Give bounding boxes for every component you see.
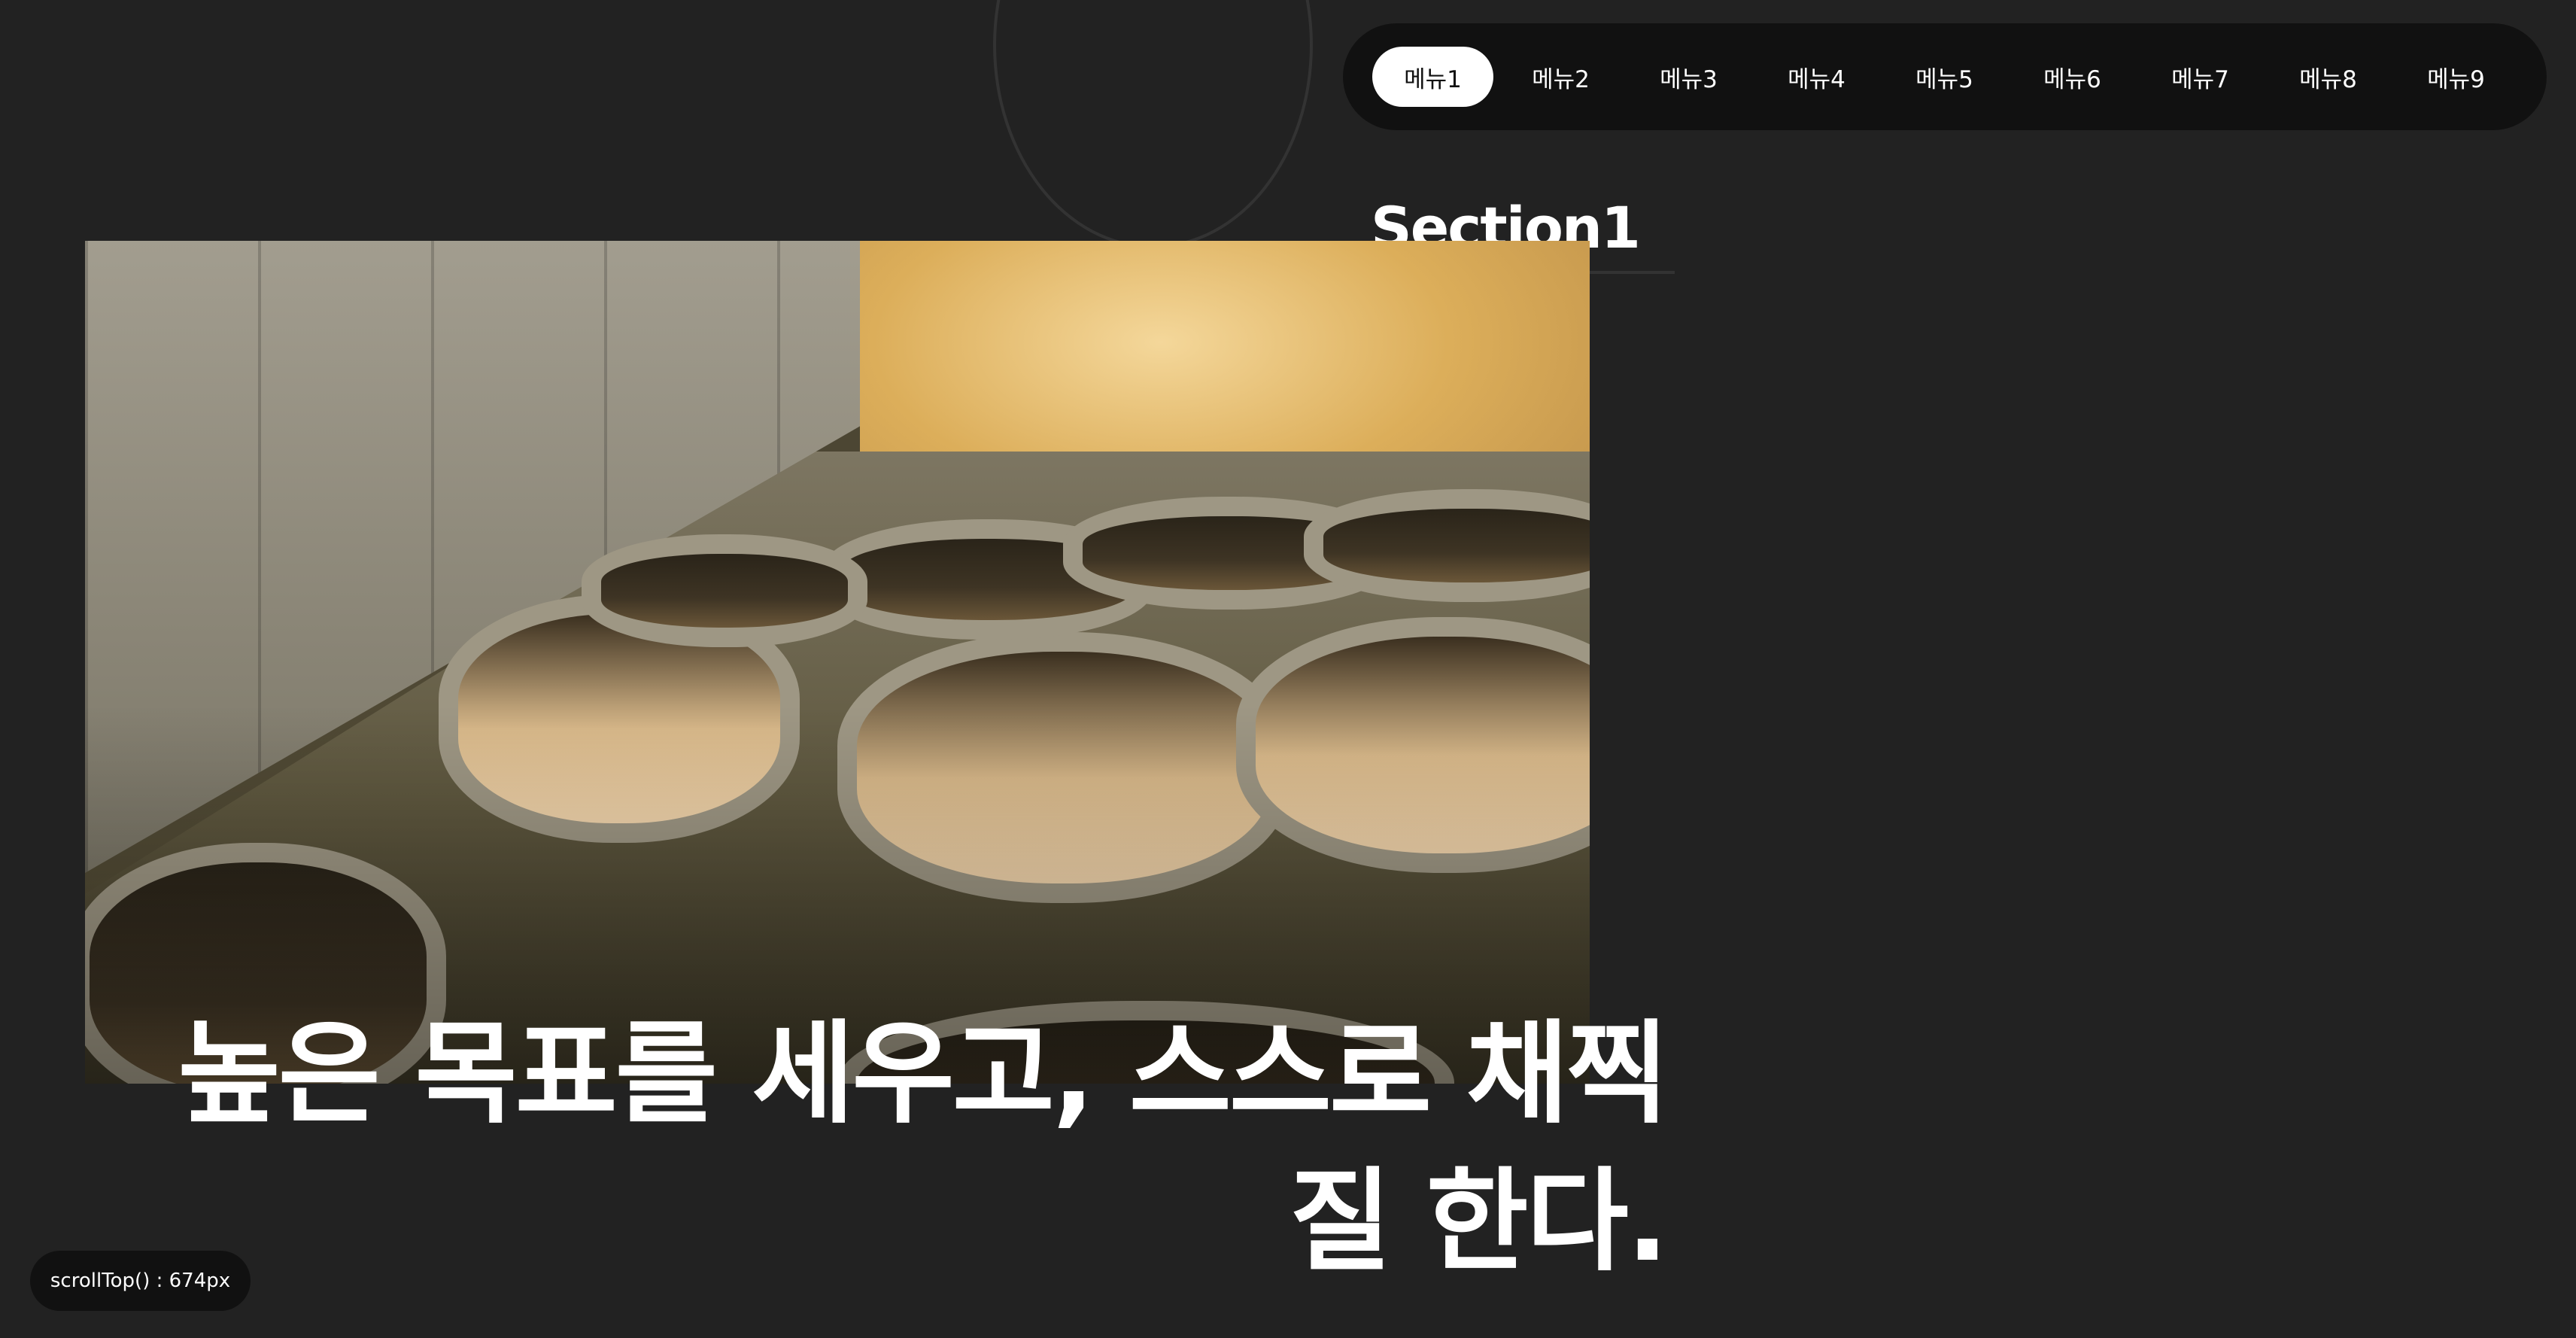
nav-item-menu4[interactable]: 메뉴4 <box>1756 47 1877 107</box>
nav-item-menu5[interactable]: 메뉴5 <box>1884 47 2005 107</box>
hero-image-shade <box>85 241 1590 1084</box>
nav-item-menu9[interactable]: 메뉴9 <box>2395 47 2517 107</box>
scroll-position-badge: scrollTop() : 674px <box>30 1251 251 1311</box>
nav-item-menu6[interactable]: 메뉴6 <box>2012 47 2133 107</box>
nav-item-menu7[interactable]: 메뉴7 <box>2140 47 2261 107</box>
page: 메뉴1 메뉴2 메뉴3 메뉴4 메뉴5 메뉴6 메뉴7 메뉴8 메뉴9 Sect… <box>0 0 2576 1338</box>
main-nav: 메뉴1 메뉴2 메뉴3 메뉴4 메뉴5 메뉴6 메뉴7 메뉴8 메뉴9 <box>1343 23 2547 130</box>
nav-item-menu3[interactable]: 메뉴3 <box>1628 47 1749 107</box>
hero-headline: 높은 목표를 세우고, 스스로 채찍질 한다. <box>178 1009 1669 1287</box>
nav-item-menu2[interactable]: 메뉴2 <box>1500 47 1621 107</box>
nav-item-menu8[interactable]: 메뉴8 <box>2268 47 2389 107</box>
nav-item-menu1[interactable]: 메뉴1 <box>1372 47 1493 107</box>
hero-image <box>85 241 1590 1084</box>
decorative-oval <box>993 0 1313 248</box>
